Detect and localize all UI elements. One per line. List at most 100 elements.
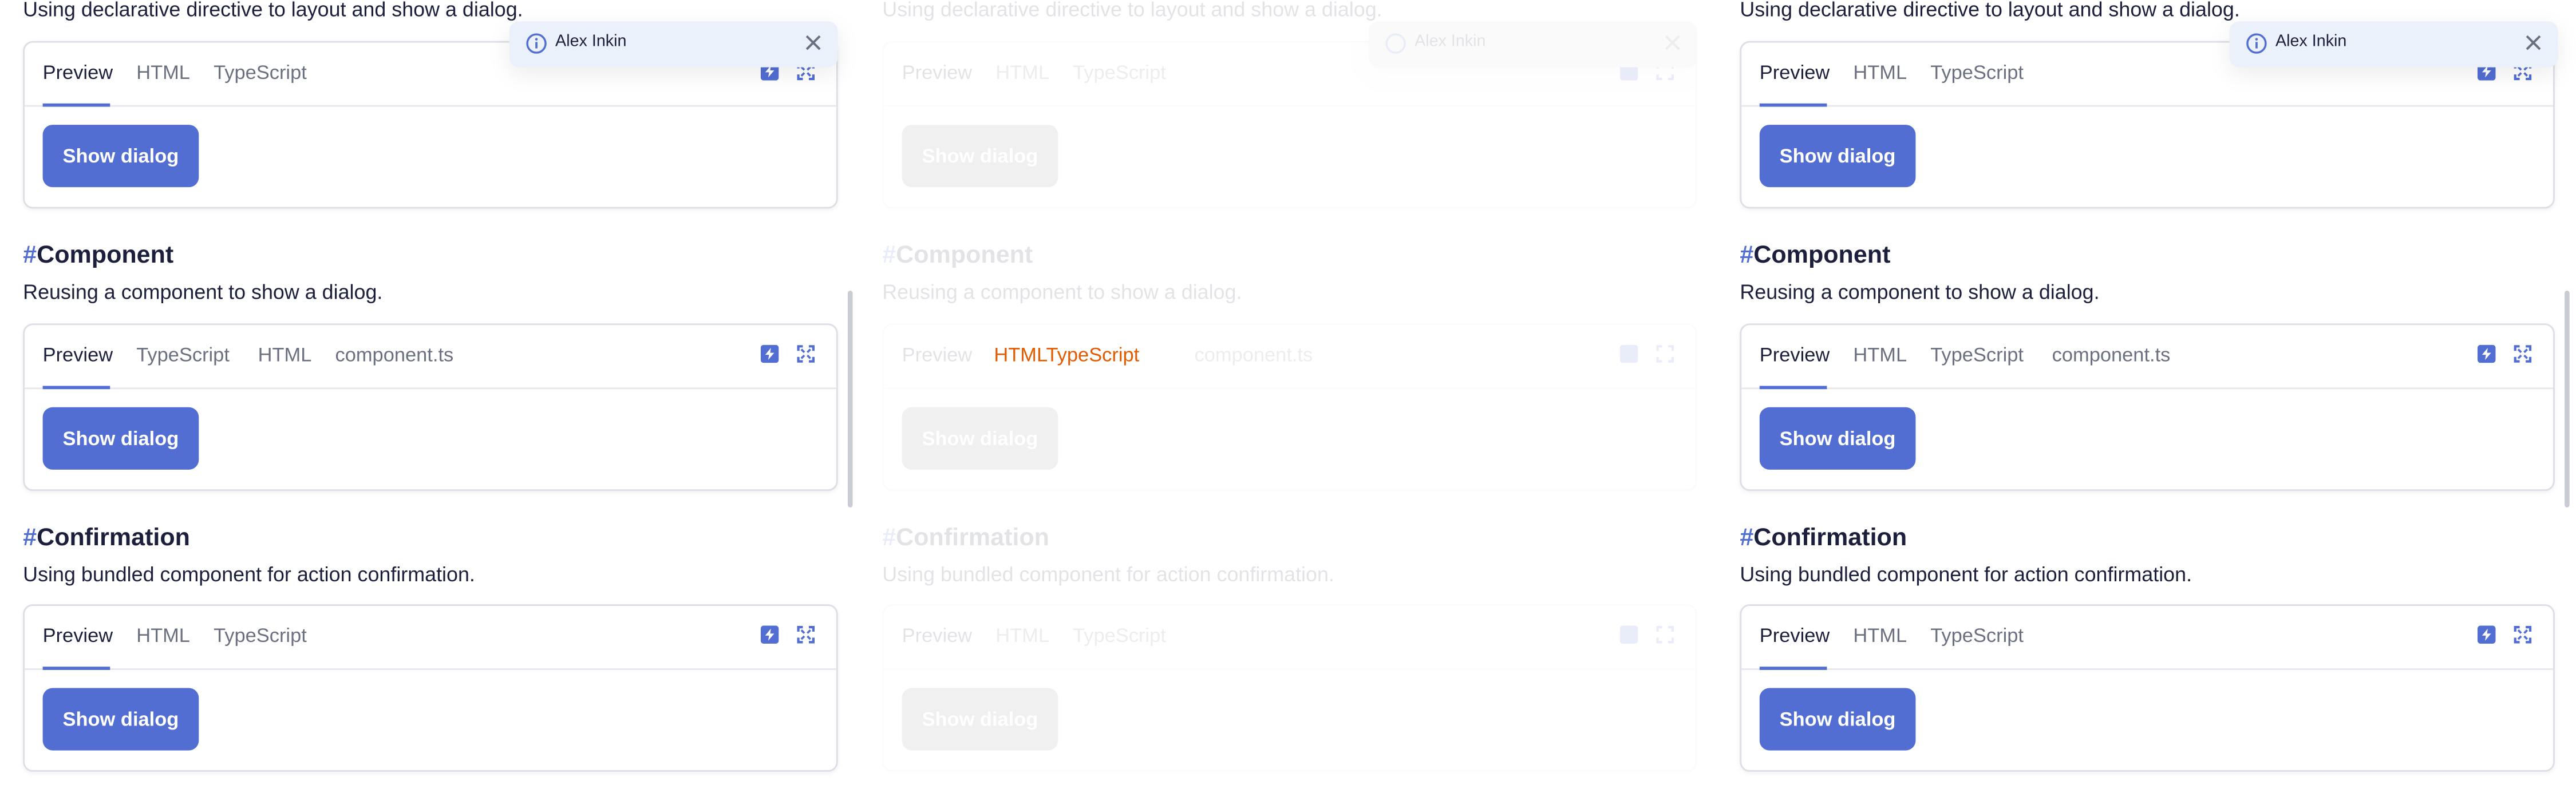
tab-preview[interactable]: Preview — [902, 61, 973, 84]
tab-bar: Preview HTML TypeScript — [1741, 606, 2553, 670]
anchor-hash[interactable]: # — [882, 524, 896, 552]
tab-html[interactable]: HTML — [1853, 624, 1907, 647]
close-icon[interactable] — [805, 34, 821, 51]
tab-typescript[interactable]: TypeScript — [1073, 61, 1166, 84]
scrollbar-thumb[interactable] — [847, 290, 853, 507]
tab-bar: Preview HTML TypeScript component.ts — [1741, 325, 2553, 390]
tab-typescript[interactable]: TypeScript — [1930, 343, 2024, 366]
anchor-hash[interactable]: # — [1740, 241, 1753, 269]
tab-html[interactable]: HTML — [1853, 61, 1907, 84]
scrollbar-thumb[interactable] — [2565, 290, 2570, 507]
tab-preview[interactable]: Preview — [43, 343, 113, 366]
example-card-confirmation: Preview HTML TypeScript Show dialog — [882, 604, 1697, 772]
show-dialog-button[interactable]: Show dialog — [42, 125, 199, 188]
screenshot-root: Using declarative directive to layout an… — [0, 0, 2576, 785]
fullscreen-icon[interactable] — [797, 345, 815, 363]
example-card-component: Preview TypeScript HTML component.ts Sho… — [23, 323, 838, 491]
show-dialog-button[interactable]: Show dialog — [42, 407, 199, 470]
tab-html[interactable]: HTML — [995, 61, 1049, 84]
section-desc-component: Reusing a component to show a dialog. — [882, 280, 1242, 304]
section-desc-confirmation: Using bundled component for action confi… — [882, 563, 1334, 586]
tab-typescript[interactable]: TypeScript — [1930, 61, 2024, 84]
section-title-confirmation: #Confirmation — [1740, 524, 1907, 552]
section-title-component: #Component — [23, 241, 173, 269]
intro-text: Using declarative directive to layout an… — [882, 0, 1382, 22]
show-dialog-button[interactable]: Show dialog — [1759, 407, 1916, 470]
panel-middle-faded: Using declarative directive to layout an… — [859, 0, 1718, 785]
panel-left: Using declarative directive to layout an… — [0, 0, 859, 785]
notification-name: Alex Inkin — [2275, 33, 2347, 51]
info-icon — [1385, 33, 1406, 54]
section-title-confirmation: #Confirmation — [23, 524, 190, 552]
fullscreen-icon[interactable] — [2514, 345, 2532, 363]
tab-typescript[interactable]: TypeScript — [214, 624, 307, 647]
anchor-hash[interactable]: # — [1740, 524, 1753, 552]
example-card-component: Preview HTML TypeScript component.ts Sho… — [1740, 323, 2555, 491]
anchor-hash[interactable]: # — [882, 241, 896, 269]
tab-html[interactable]: HTML — [1853, 343, 1907, 366]
stackblitz-icon[interactable] — [1619, 625, 1638, 644]
panel-right: Using declarative directive to layout an… — [1717, 0, 2576, 785]
tab-component-ts[interactable]: component.ts — [2052, 343, 2171, 366]
section-title-text: Confirmation — [1753, 524, 1907, 552]
tab-preview[interactable]: Preview — [1760, 624, 1830, 647]
show-dialog-button[interactable]: Show dialog — [42, 688, 199, 751]
show-dialog-button[interactable]: Show dialog — [1759, 125, 1916, 188]
example-card-confirmation: Preview HTML TypeScript Show dialog — [1740, 604, 2555, 772]
tab-typescript[interactable]: TypeScript — [136, 343, 230, 366]
section-title-text: Confirmation — [896, 524, 1049, 552]
info-icon — [526, 33, 547, 54]
tab-preview[interactable]: Preview — [902, 343, 973, 366]
notification-name: Alex Inkin — [555, 33, 627, 51]
tab-preview[interactable]: Preview — [1760, 61, 1830, 84]
tab-typescript[interactable]: TypeScript — [214, 61, 307, 84]
show-dialog-button[interactable]: Show dialog — [902, 125, 1058, 188]
section-title-text: Confirmation — [37, 524, 190, 552]
close-icon[interactable] — [1664, 34, 1681, 51]
show-dialog-button[interactable]: Show dialog — [902, 407, 1058, 470]
stackblitz-icon[interactable] — [2477, 344, 2496, 363]
tab-html[interactable]: HTML — [136, 624, 190, 647]
stackblitz-icon[interactable] — [760, 625, 779, 644]
fullscreen-icon[interactable] — [2514, 625, 2532, 644]
tab-bar: Preview HTML TypeScript — [25, 606, 836, 670]
close-icon[interactable] — [2525, 34, 2542, 51]
active-tab-indicator — [1759, 103, 1827, 107]
stackblitz-icon[interactable] — [2477, 625, 2496, 644]
stackblitz-icon[interactable] — [760, 344, 779, 363]
tab-html[interactable]: HTML — [258, 343, 312, 366]
tab-component-ts[interactable]: component.ts — [1194, 343, 1313, 366]
show-dialog-button[interactable]: Show dialog — [902, 688, 1058, 751]
tab-html[interactable]: HTML — [136, 61, 190, 84]
intro-text: Using declarative directive to layout an… — [23, 0, 523, 22]
overlapping-tab-labels: HTMLTypeScript — [994, 343, 1140, 367]
tab-preview[interactable]: Preview — [902, 624, 973, 647]
tab-typescript[interactable]: TypeScript — [1930, 624, 2024, 647]
tab-preview[interactable]: Preview — [43, 624, 113, 647]
active-tab-indicator — [1759, 386, 1827, 390]
section-title-confirmation: #Confirmation — [882, 524, 1049, 552]
active-tab-indicator — [42, 386, 110, 390]
section-title-component: #Component — [882, 241, 1033, 269]
section-desc-confirmation: Using bundled component for action confi… — [23, 563, 475, 586]
section-desc-confirmation: Using bundled component for action confi… — [1740, 563, 2192, 586]
fullscreen-icon[interactable] — [1656, 625, 1674, 644]
anchor-hash[interactable]: # — [23, 241, 37, 269]
example-card-confirmation: Preview HTML TypeScript Show dialog — [23, 604, 838, 772]
fullscreen-icon[interactable] — [797, 625, 815, 644]
anchor-hash[interactable]: # — [23, 524, 37, 552]
tab-html[interactable]: HTML — [995, 624, 1049, 647]
tab-preview[interactable]: Preview — [1760, 343, 1830, 366]
tab-preview[interactable]: Preview — [43, 61, 113, 84]
section-title-text: Component — [1753, 241, 1891, 269]
fullscreen-icon[interactable] — [1656, 345, 1674, 363]
stackblitz-icon[interactable] — [1619, 344, 1638, 363]
section-desc-component: Reusing a component to show a dialog. — [1740, 280, 2100, 304]
show-dialog-button[interactable]: Show dialog — [1759, 688, 1916, 751]
section-desc-component: Reusing a component to show a dialog. — [23, 280, 383, 304]
active-tab-indicator — [42, 103, 110, 107]
tab-bar: Preview HTML TypeScript — [884, 606, 1696, 670]
active-tab-indicator — [1759, 667, 1827, 670]
tab-typescript[interactable]: TypeScript — [1073, 624, 1166, 647]
tab-component-ts[interactable]: component.ts — [335, 343, 453, 366]
